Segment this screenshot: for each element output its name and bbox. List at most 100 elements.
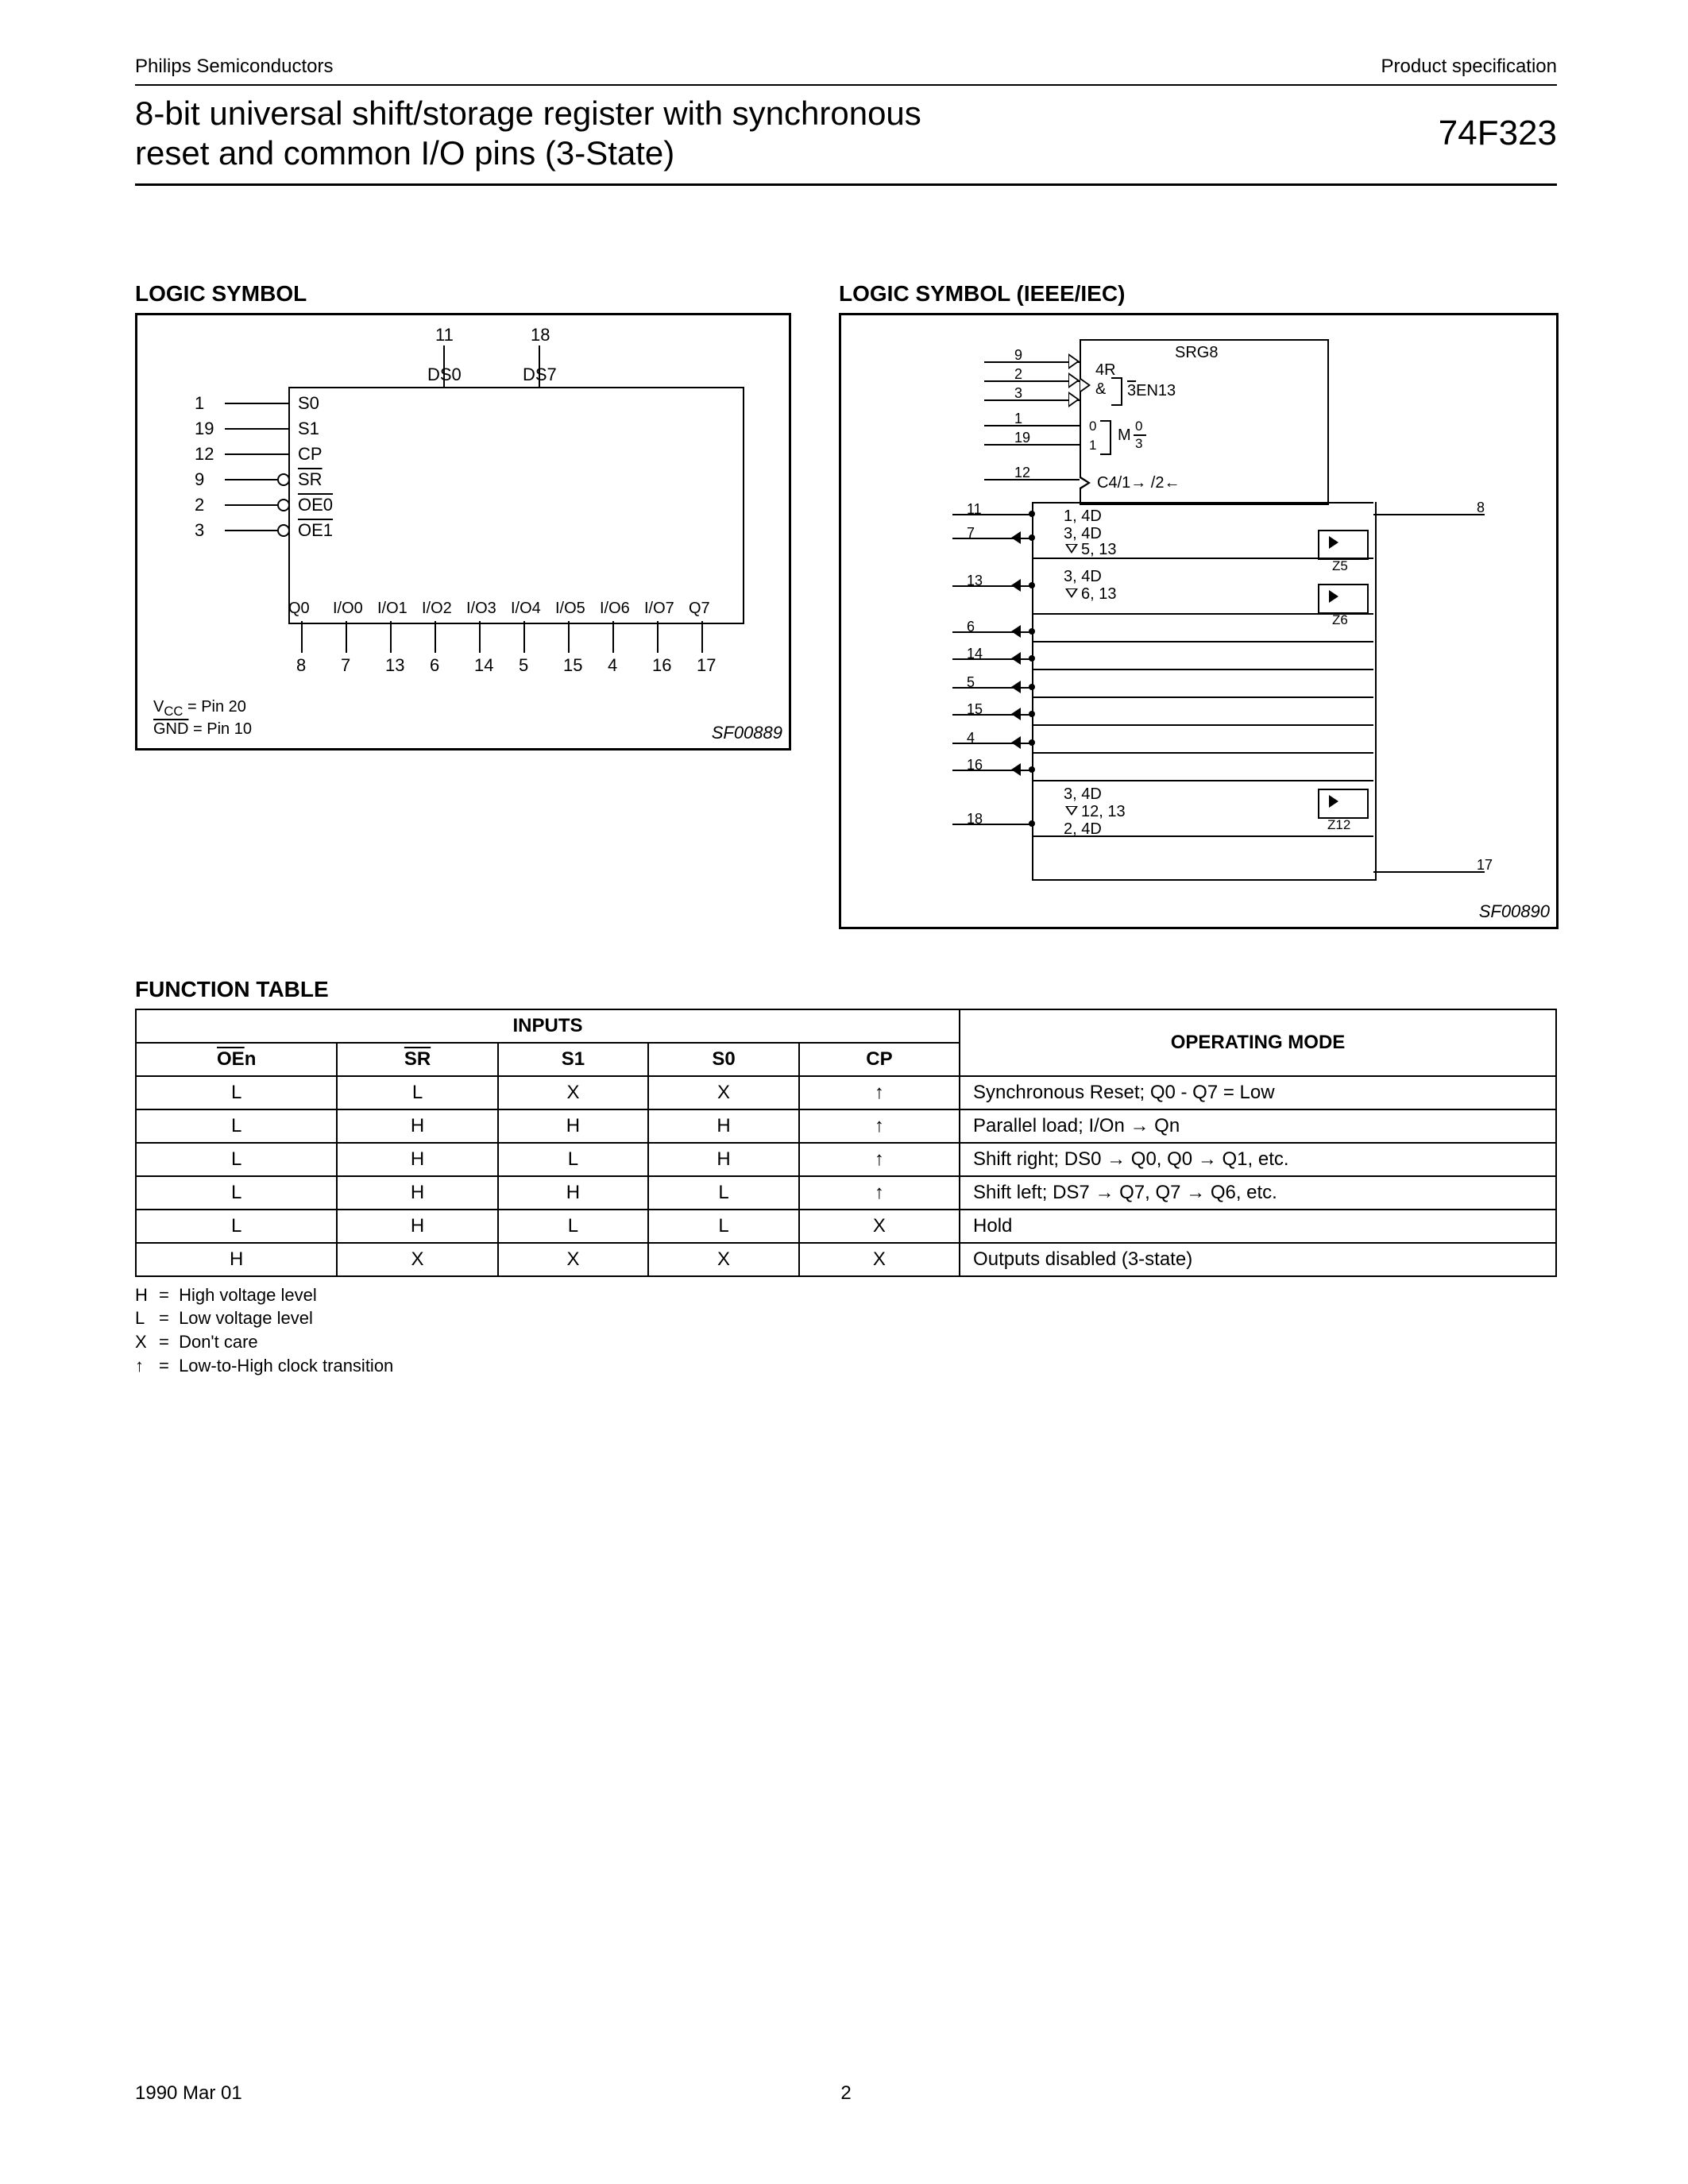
table-row: LHHL↑Shift left; DS7 → Q7, Q7 → Q6, etc. bbox=[136, 1176, 1556, 1210]
legend-item-X: X= Don't care bbox=[135, 1330, 1557, 1354]
part-number: 74F323 bbox=[1439, 114, 1557, 153]
title-line-1: 8-bit universal shift/storage register w… bbox=[135, 94, 921, 133]
ieee-cell-2-4d: 2, 4D bbox=[1064, 820, 1102, 839]
bottom-label-I/O3: I/O3 bbox=[466, 600, 496, 618]
bottom-pin-13: 13 bbox=[385, 655, 404, 676]
table-row: HXXXXOutputs disabled (3-state) bbox=[136, 1243, 1556, 1276]
left-pin-num-OE0: 2 bbox=[195, 495, 204, 515]
mode-cell: Shift right; DS0 → Q0, Q0 → Q1, etc. bbox=[960, 1143, 1556, 1176]
mfrac-top: 0 bbox=[1135, 419, 1142, 434]
legend-item-L: L= Low voltage level bbox=[135, 1306, 1557, 1330]
logic-symbol-section: LOGIC SYMBOL 11 18 DS0 DS7 1 S0 19 S1 12 CP 9 S… bbox=[135, 281, 791, 929]
mfrac-bot: 3 bbox=[1135, 436, 1142, 452]
z6-label: Z6 bbox=[1332, 612, 1348, 628]
mode-cell: Outputs disabled (3-state) bbox=[960, 1243, 1556, 1276]
mode-cell: Shift left; DS7 → Q7, Q7 → Q6, etc. bbox=[960, 1176, 1556, 1210]
left-pin-num-S1: 19 bbox=[195, 419, 214, 439]
bottom-pin-5: 5 bbox=[519, 655, 528, 676]
ieee-cell-1-4d: 1, 4D bbox=[1064, 507, 1102, 526]
bottom-label-I/O0: I/O0 bbox=[333, 600, 363, 618]
left-pin-num-SR: 9 bbox=[195, 469, 204, 490]
left-pin-label-S0: S0 bbox=[298, 393, 319, 414]
bottom-label-I/O4: I/O4 bbox=[511, 600, 541, 618]
function-table-section: FUNCTION TABLE INPUTS OPERATING MODE OEn… bbox=[135, 977, 1557, 1378]
left-pin-label-SR: SR bbox=[298, 469, 323, 490]
pin-ds7-num: 18 bbox=[531, 325, 550, 345]
z5-label: Z5 bbox=[1332, 558, 1348, 574]
bottom-pin-4: 4 bbox=[608, 655, 617, 676]
bottom-label-Q7: Q7 bbox=[689, 600, 710, 618]
col-SR: SR bbox=[337, 1043, 497, 1076]
col-CP: CP bbox=[799, 1043, 960, 1076]
pin-ds0-num: 11 bbox=[435, 325, 454, 345]
bottom-pin-14: 14 bbox=[474, 655, 493, 676]
ieee-symbol-section: LOGIC SYMBOL (IEEE/IEC) SRG8 92311912 4R… bbox=[839, 281, 1559, 929]
ieee-cell-3-4d-c: 3, 4D bbox=[1064, 785, 1102, 804]
ieee-diagram: SRG8 92311912 4R & 3EN13 0 1 M 0 3 C4/1→… bbox=[839, 313, 1559, 929]
left-pin-num-S0: 1 bbox=[195, 393, 204, 414]
figure-ref-1: SF00889 bbox=[712, 723, 782, 743]
pin-ds7-label: DS7 bbox=[523, 365, 557, 385]
company-name: Philips Semiconductors bbox=[135, 56, 333, 78]
mode-cell: Synchronous Reset; Q0 - Q7 = Low bbox=[960, 1076, 1556, 1109]
inputs-header: INPUTS bbox=[136, 1009, 960, 1043]
ieee-right-pin-8: 8 bbox=[1477, 500, 1485, 516]
ieee-heading: LOGIC SYMBOL (IEEE/IEC) bbox=[839, 281, 1559, 307]
function-table-heading: FUNCTION TABLE bbox=[135, 977, 1557, 1002]
footer-page: 2 bbox=[840, 2082, 851, 2105]
bottom-pin-16: 16 bbox=[652, 655, 671, 676]
ieee-cell-12-13: 12, 13 bbox=[1081, 803, 1126, 821]
m1: 1 bbox=[1089, 438, 1096, 453]
clk-label: C4/1→ /2← bbox=[1097, 474, 1180, 492]
function-table: INPUTS OPERATING MODE OEnSRS1S0CP LLXX↑S… bbox=[135, 1009, 1557, 1277]
table-row: LHLH↑Shift right; DS0 → Q0, Q0 → Q1, etc… bbox=[136, 1143, 1556, 1176]
left-pin-label-OE0: OE0 bbox=[298, 495, 333, 515]
left-pin-num-OE1: 3 bbox=[195, 520, 204, 541]
legend: H= High voltage levelL= Low voltage leve… bbox=[135, 1283, 1557, 1378]
ieee-cell-5-13: 5, 13 bbox=[1081, 541, 1116, 559]
page-footer: 1990 Mar 01 2 bbox=[135, 2082, 1557, 2105]
srg-label: SRG8 bbox=[1175, 344, 1218, 362]
left-pin-label-S1: S1 bbox=[298, 419, 319, 439]
table-row: LHLLXHold bbox=[136, 1210, 1556, 1243]
figure-ref-2: SF00890 bbox=[1479, 901, 1550, 922]
bottom-label-Q0: Q0 bbox=[288, 600, 310, 618]
z12-label: Z12 bbox=[1327, 817, 1350, 833]
amp-label: & bbox=[1095, 380, 1106, 399]
legend-item-↑: ↑= Low-to-High clock transition bbox=[135, 1354, 1557, 1378]
mode-cell: Parallel load; I/On → Qn bbox=[960, 1109, 1556, 1143]
bottom-label-I/O7: I/O7 bbox=[644, 600, 674, 618]
page-title: 8-bit universal shift/storage register w… bbox=[135, 94, 921, 174]
table-row: LHHH↑Parallel load; I/On → Qn bbox=[136, 1109, 1556, 1143]
left-pin-num-CP: 12 bbox=[195, 444, 214, 465]
bottom-label-I/O1: I/O1 bbox=[377, 600, 408, 618]
en-label: 3EN13 bbox=[1127, 382, 1176, 400]
m-label: M bbox=[1118, 426, 1131, 445]
bottom-label-I/O2: I/O2 bbox=[422, 600, 452, 618]
mode-header: OPERATING MODE bbox=[960, 1009, 1556, 1076]
pin-ds0-label: DS0 bbox=[427, 365, 462, 385]
title-line-2: reset and common I/O pins (3-State) bbox=[135, 133, 921, 173]
left-pin-label-OE1: OE1 bbox=[298, 520, 333, 541]
bottom-pin-7: 7 bbox=[341, 655, 350, 676]
bottom-pin-8: 8 bbox=[296, 655, 306, 676]
footer-date: 1990 Mar 01 bbox=[135, 2082, 242, 2105]
col-S0: S0 bbox=[648, 1043, 799, 1076]
col-S1: S1 bbox=[498, 1043, 649, 1076]
logic-symbol-heading: LOGIC SYMBOL bbox=[135, 281, 791, 307]
table-row: LLXX↑Synchronous Reset; Q0 - Q7 = Low bbox=[136, 1076, 1556, 1109]
ieee-cell-6-13: 6, 13 bbox=[1081, 585, 1116, 604]
logic-symbol-diagram: 11 18 DS0 DS7 1 S0 19 S1 12 CP 9 SR 2 OE0 3 OE1 Q0 8… bbox=[135, 313, 791, 751]
legend-item-H: H= High voltage level bbox=[135, 1283, 1557, 1307]
bottom-pin-15: 15 bbox=[563, 655, 582, 676]
doc-type: Product specification bbox=[1381, 56, 1557, 78]
power-note: VCC = Pin 20 GND = Pin 10 bbox=[153, 697, 252, 739]
col-OEn: OEn bbox=[136, 1043, 337, 1076]
ieee-right-pin-17: 17 bbox=[1477, 857, 1493, 874]
bottom-pin-6: 6 bbox=[430, 655, 439, 676]
left-pin-label-CP: CP bbox=[298, 444, 323, 465]
m0: 0 bbox=[1089, 419, 1096, 434]
bottom-label-I/O5: I/O5 bbox=[555, 600, 585, 618]
mode-cell: Hold bbox=[960, 1210, 1556, 1243]
bottom-pin-17: 17 bbox=[697, 655, 716, 676]
